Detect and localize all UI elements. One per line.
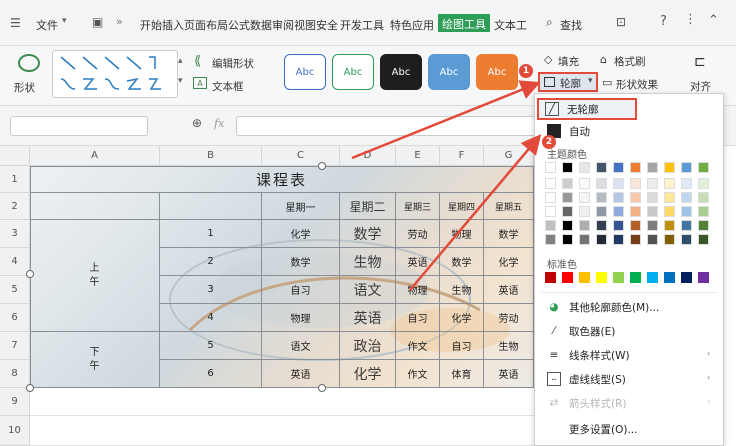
step-badge-2: 2 (542, 135, 556, 149)
step-badge-1: 1 (519, 64, 533, 78)
annotation-arrows (351, 80, 542, 291)
